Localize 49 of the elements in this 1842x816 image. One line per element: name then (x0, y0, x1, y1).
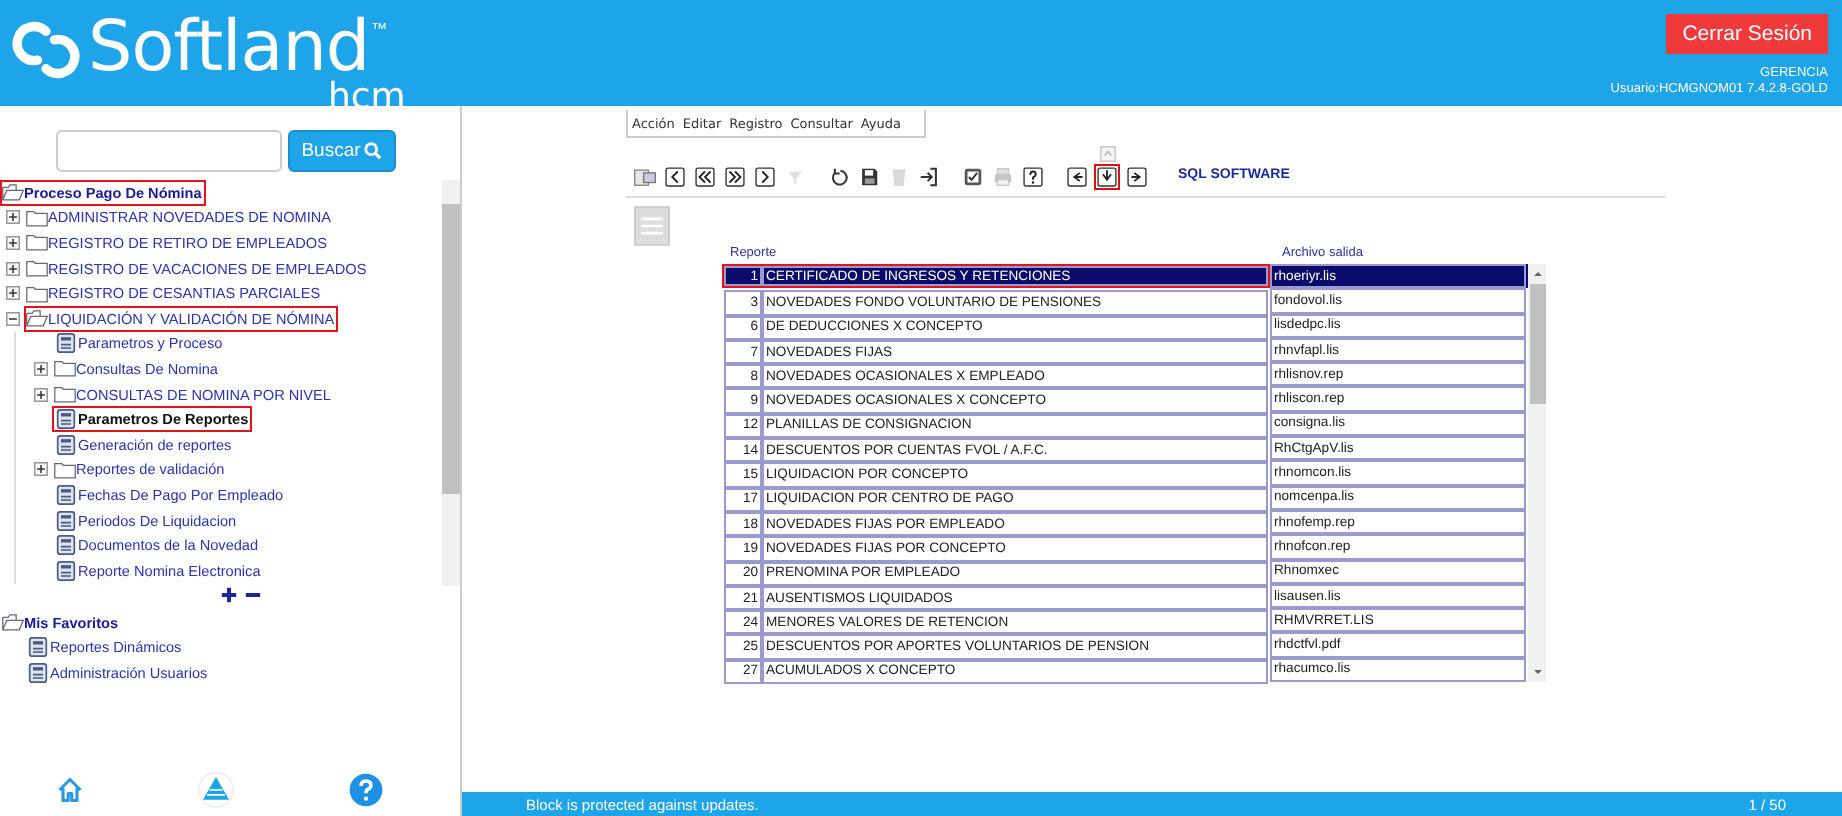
folder-icon (54, 358, 76, 379)
scrollbar[interactable] (1528, 264, 1546, 683)
expand-icon[interactable] (6, 286, 20, 301)
document-icon (28, 636, 48, 659)
right-arrow-icon[interactable] (722, 164, 748, 190)
checklist-icon[interactable] (960, 164, 986, 190)
folder-icon (26, 207, 48, 228)
expand-icon[interactable] (6, 210, 20, 225)
document-icon (56, 483, 76, 506)
document-icon (56, 534, 76, 557)
folder-icon (26, 283, 48, 304)
form-icon[interactable] (632, 164, 658, 190)
pyramid-icon[interactable] (197, 772, 234, 808)
folder-icon (54, 384, 76, 405)
plus-icon[interactable] (219, 586, 237, 604)
trademark-sign: ™ (371, 20, 388, 38)
collapse-icon[interactable] (6, 311, 20, 326)
home-icon[interactable] (56, 776, 85, 804)
expand-icon[interactable] (34, 462, 48, 477)
folder-icon (26, 258, 48, 279)
undo-icon[interactable] (826, 164, 852, 190)
left-arrow-icon[interactable] (692, 164, 718, 190)
document-icon (56, 408, 76, 431)
scrollbar[interactable] (442, 180, 460, 586)
logo-icon (12, 16, 80, 84)
document-icon (56, 433, 76, 456)
scrollbar-thumb[interactable] (1529, 284, 1545, 404)
expand-icon[interactable] (34, 361, 48, 376)
expand-icon[interactable] (6, 235, 20, 250)
down-arrow-icon[interactable] (1094, 164, 1120, 190)
document-icon (56, 509, 76, 532)
search-field[interactable] (55, 130, 282, 172)
folder-icon (26, 232, 48, 253)
open-folder-icon (26, 308, 48, 329)
document-icon (56, 559, 76, 582)
save-icon[interactable] (856, 164, 882, 190)
logout-button[interactable]: Cerrar Sesión (1666, 14, 1828, 54)
scroll-up-icon[interactable] (1529, 268, 1545, 280)
scrollbar-thumb[interactable] (442, 204, 460, 494)
document-icon (56, 332, 76, 355)
expand-icon[interactable] (34, 387, 48, 402)
help-icon[interactable] (1020, 164, 1046, 190)
folder-icon (54, 459, 76, 480)
document-icon (28, 661, 48, 684)
form-icon (634, 206, 670, 246)
expand-icon[interactable] (6, 261, 20, 276)
search-icon (364, 142, 383, 160)
scroll-down-icon[interactable] (1529, 666, 1545, 679)
exit-icon[interactable] (916, 164, 942, 190)
